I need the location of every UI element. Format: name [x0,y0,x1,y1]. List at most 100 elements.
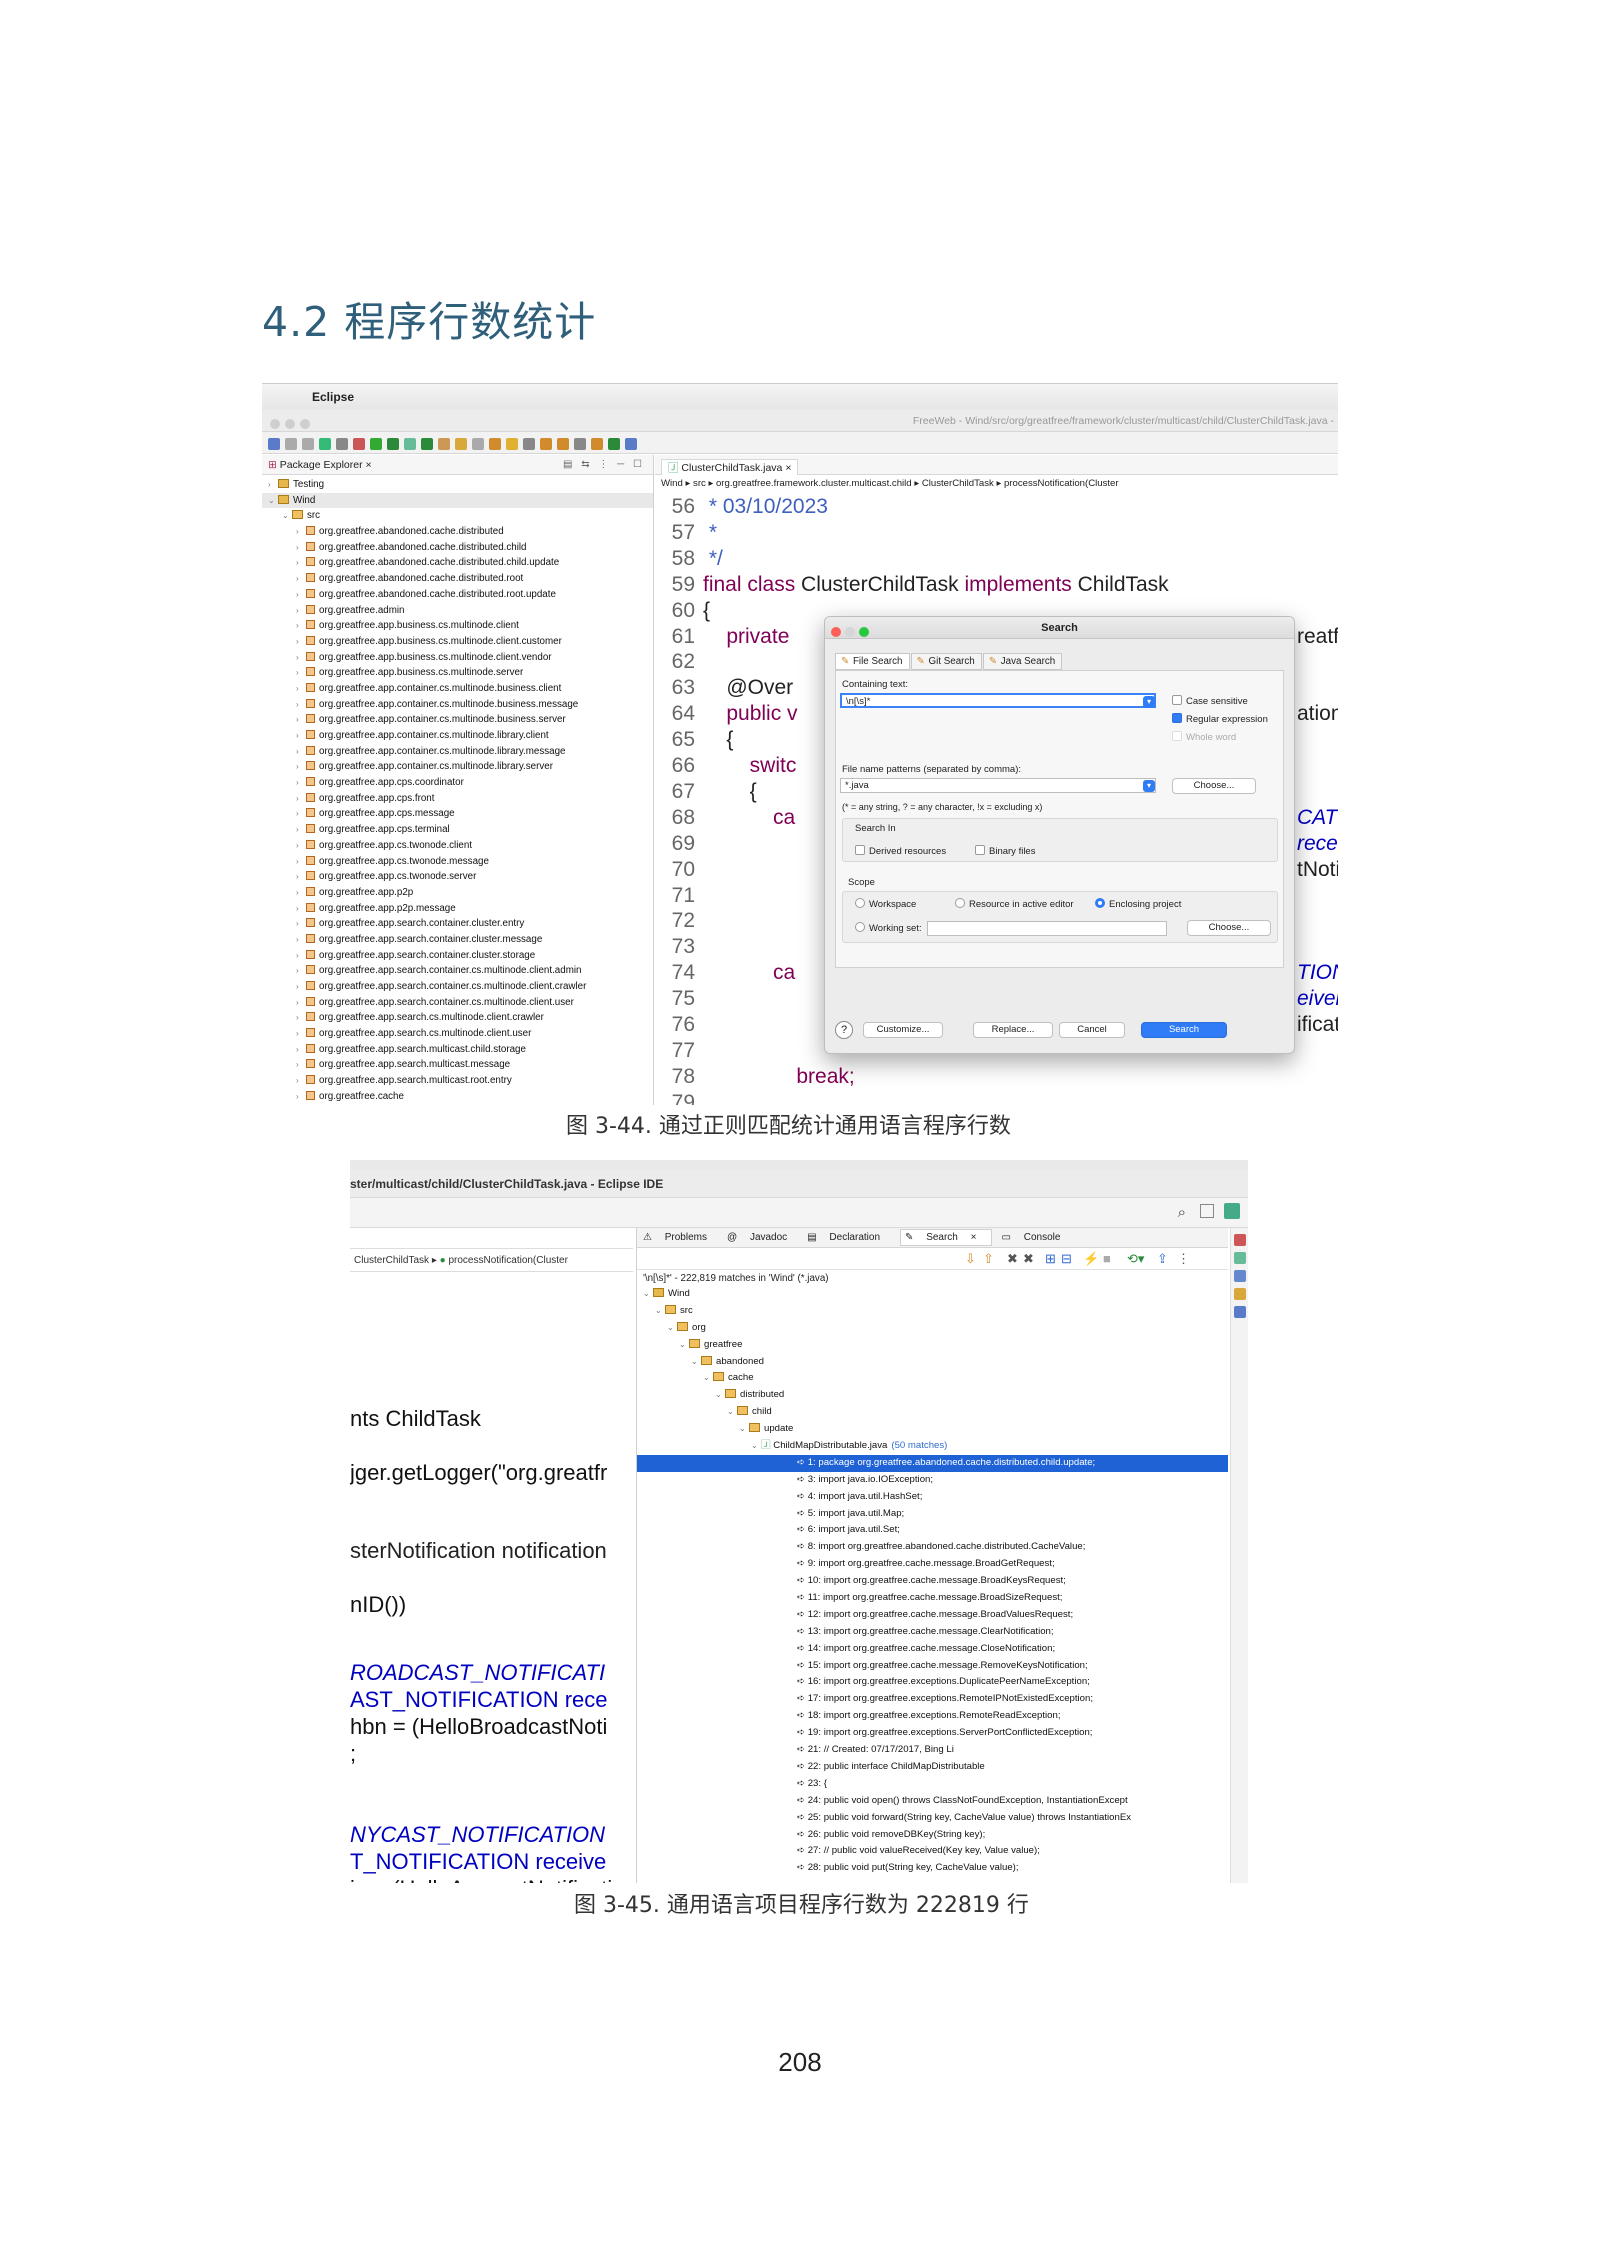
resource-active-editor-radio[interactable]: Resource in active editor [955,898,1074,910]
menubar-app-name[interactable]: Eclipse [312,390,354,404]
next-match-icon[interactable]: ⇩ [965,1251,976,1267]
code-line[interactable]: 68 ca [655,806,796,831]
match-row[interactable]: ➪ 4: import java.util.HashSet; [637,1489,1228,1506]
chevron-down-icon[interactable]: ⌄ [727,1404,737,1421]
chevron-right-icon[interactable]: › [296,869,306,885]
package-tree-row[interactable]: › org.greatfree.app.container.cs.multinod… [262,681,653,697]
package-tree-row[interactable]: › org.greatfree.app.search.cs.multinode.c… [262,1010,653,1026]
close-icon[interactable]: × [366,459,372,471]
chevron-right-icon[interactable]: › [296,854,306,870]
chevron-down-icon[interactable]: ⌄ [739,1421,749,1438]
code-line[interactable]: 56 * 03/10/2023 [655,495,828,520]
chevron-right-icon[interactable]: › [296,571,306,587]
match-row[interactable]: ➪ 26: public void removeDBKey(String key… [637,1827,1228,1844]
toolbar-button-icon[interactable] [353,437,365,450]
toolbar-button-icon[interactable] [421,437,433,450]
package-tree-row[interactable]: › org.greatfree.app.p2p.message [262,901,653,917]
search-tree-row[interactable]: ⌄ src [637,1303,1228,1320]
code-line[interactable]: 58 */ [655,547,723,572]
toolbar-button-icon[interactable] [608,437,620,450]
perspective-icon[interactable] [1200,1204,1214,1218]
chevron-right-icon[interactable]: › [296,555,306,571]
package-tree-row[interactable]: › org.greatfree.app.business.cs.multinode… [262,665,653,681]
breadcrumb-item[interactable]: ClusterChildTask [922,478,994,489]
java-perspective-icon[interactable] [1224,1203,1240,1219]
code-line[interactable]: 73 [655,935,703,960]
chevron-right-icon[interactable]: › [296,1026,306,1042]
code-line[interactable]: jger.getLogger("org.greatfr [350,1460,607,1486]
search-button[interactable]: Search [1141,1022,1227,1038]
package-tree-row[interactable]: › org.greatfree.app.search.container.cs.m… [262,995,653,1011]
package-tree-row[interactable]: › org.greatfree.app.search.multicast.chil… [262,1042,653,1058]
chevron-right-icon[interactable]: › [296,901,306,917]
package-tree-row[interactable]: ⌄ Wind [262,492,653,509]
chevron-down-icon[interactable]: ⌄ [715,1387,725,1404]
hierarchy-icon[interactable] [1234,1252,1246,1264]
code-line[interactable]: 70 [655,858,703,883]
chevron-right-icon[interactable]: › [296,963,306,979]
tab-declaration[interactable]: ▤ Declaration [807,1232,890,1243]
run-search-icon[interactable]: ⚡ [1083,1251,1099,1267]
tab-file-search[interactable]: ✎ File Search [835,653,910,670]
package-tree-row[interactable]: › org.greatfree.app.search.multicast.root… [262,1073,653,1089]
pin-icon[interactable]: ⇪ [1157,1251,1168,1267]
package-tree-row[interactable]: › org.greatfree.app.search.cs.multinode.c… [262,1026,653,1042]
chevron-right-icon[interactable]: › [296,822,306,838]
choose-working-set-button[interactable]: Choose... [1187,920,1271,936]
chevron-down-icon[interactable]: ▾ [1143,780,1155,792]
chevron-right-icon[interactable]: › [296,885,306,901]
remove-all-icon[interactable]: ✖ [1023,1251,1034,1267]
chevron-right-icon[interactable]: › [296,697,306,713]
chevron-right-icon[interactable]: › [296,618,306,634]
chevron-down-icon[interactable]: ⌄ [667,1320,677,1337]
previous-match-icon[interactable]: ⇧ [983,1251,994,1267]
match-row[interactable]: ➪ 19: import org.greatfree.exceptions.Se… [637,1725,1228,1742]
code-line[interactable]: 66 switc [655,754,797,779]
match-row[interactable]: ➪ 6: import java.util.Set; [637,1522,1228,1539]
chevron-right-icon[interactable]: › [268,477,278,493]
code-line[interactable]: 60 { [655,599,710,624]
package-tree-row[interactable]: › org.greatfree.admin [262,603,653,619]
search-tree-row[interactable]: ⌄ 🄹 ChildMapDistributable.java (50 matches… [637,1438,1228,1455]
search-icon[interactable]: ⌕ [1178,1204,1186,1221]
chevron-right-icon[interactable]: › [296,728,306,744]
collapse-all-icon[interactable]: ⊟ [1061,1251,1072,1267]
chevron-right-icon[interactable]: › [296,587,306,603]
toolbar-button-icon[interactable] [591,437,603,450]
package-tree-row[interactable]: › org.greatfree.app.cps.front [262,791,653,807]
match-row[interactable]: ➪ 10: import org.greatfree.cache.message… [637,1573,1228,1590]
package-tree-row[interactable]: › Testing [262,477,653,493]
code-line[interactable]: 59 final class ClusterChildTask implement… [655,573,1169,598]
toolbar-button-icon[interactable] [523,437,535,450]
chevron-down-icon[interactable]: ⌄ [268,493,278,509]
package-tree-row[interactable]: › org.greatfree.app.business.cs.multinode… [262,634,653,650]
chevron-right-icon[interactable]: › [296,650,306,666]
customize-button[interactable]: Customize... [863,1022,943,1038]
breadcrumb-item[interactable]: src [693,478,706,489]
match-row[interactable]: ➪ 21: // Created: 07/17/2017, Bing Li [637,1742,1228,1759]
derived-resources-checkbox[interactable]: Derived resources [855,845,946,857]
chevron-right-icon[interactable]: › [296,603,306,619]
task-icon[interactable] [1234,1270,1246,1282]
package-tree-row[interactable]: › org.greatfree.app.cps.terminal [262,822,653,838]
tab-git-search[interactable]: ✎ Git Search [910,653,982,670]
regular-expression-checkbox[interactable]: Regular expression [1172,713,1268,725]
case-sensitive-checkbox[interactable]: Case sensitive [1172,695,1248,707]
history-icon[interactable]: ⟲▾ [1127,1251,1144,1267]
breadcrumb-item[interactable]: processNotification(Cluster [1004,478,1119,489]
code-line[interactable]: 64 public v [655,702,798,727]
view-menu-icons[interactable]: ▤ ⇆ ⋮ ─ ☐ [563,459,645,470]
editor-tab-clusterchildtask[interactable]: 🄹 ClusterChildTask.java × [661,459,799,475]
close-icon[interactable]: × [785,462,791,474]
package-tree-row[interactable]: › org.greatfree.app.container.cs.multinod… [262,744,653,760]
search-tree-row[interactable]: ⌄ distributed [637,1387,1228,1404]
code-line[interactable]: 76 [655,1013,703,1038]
search-tree-row[interactable]: ⌄ Wind [637,1286,1228,1303]
chevron-right-icon[interactable]: › [296,916,306,932]
match-row[interactable]: ➪ 5: import java.util.Map; [637,1506,1228,1523]
chevron-down-icon[interactable]: ⌄ [282,508,292,524]
search-tree-row[interactable]: ⌄ abandoned [637,1354,1228,1371]
code-line[interactable]: hbn = (HelloBroadcastNoti [350,1714,607,1740]
dialog-window-controls[interactable] [831,623,873,645]
toolbar-button-icon[interactable] [506,437,518,450]
